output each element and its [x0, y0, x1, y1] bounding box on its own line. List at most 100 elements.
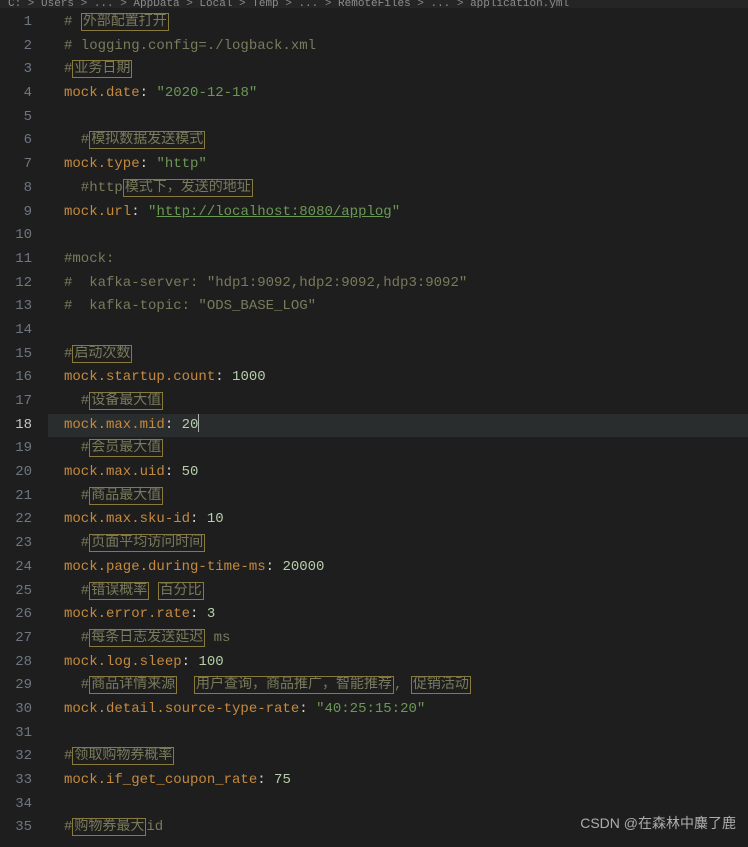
- text-cursor: [198, 414, 199, 432]
- code-line[interactable]: #模拟数据发送模式: [48, 129, 748, 153]
- code-line[interactable]: #错误概率 百分比: [48, 580, 748, 604]
- code-line[interactable]: [48, 106, 748, 130]
- code-line[interactable]: #mock:: [48, 248, 748, 272]
- code-token: 1000: [232, 369, 266, 385]
- code-line[interactable]: mock.max.uid: 50: [48, 461, 748, 485]
- code-token: :: [257, 772, 274, 788]
- code-token: :: [299, 701, 316, 717]
- code-token: mock.date: [64, 85, 140, 101]
- code-token: :: [190, 606, 207, 622]
- code-token: #: [64, 440, 89, 456]
- code-line[interactable]: #设备最大值: [48, 390, 748, 414]
- code-token: mock.url: [64, 204, 131, 220]
- code-line[interactable]: mock.if_get_coupon_rate: 75: [48, 769, 748, 793]
- code-token: mock.if_get_coupon_rate: [64, 772, 257, 788]
- breadcrumb[interactable]: C: > Users > ... > AppData > Local > Tem…: [0, 0, 748, 8]
- code-token: #: [64, 393, 89, 409]
- code-token: :: [266, 559, 283, 575]
- code-line[interactable]: mock.max.sku-id: 10: [48, 508, 748, 532]
- code-line[interactable]: #购物券最大id: [48, 816, 748, 840]
- code-line[interactable]: # logging.config=./logback.xml: [48, 35, 748, 59]
- code-line[interactable]: #商品最大值: [48, 485, 748, 509]
- code-token: ": [392, 204, 400, 220]
- line-number: 18: [0, 414, 48, 438]
- code-line[interactable]: [48, 319, 748, 343]
- code-token: #: [64, 630, 89, 646]
- line-number: 25: [0, 580, 48, 604]
- code-token: 模拟数据发送模式: [89, 131, 205, 149]
- code-token: 购物券最大: [72, 818, 146, 836]
- code-line[interactable]: mock.page.during-time-ms: 20000: [48, 556, 748, 580]
- line-number: 1: [0, 11, 48, 35]
- code-line[interactable]: mock.url: "http://localhost:8080/applog": [48, 201, 748, 225]
- code-token: 模式下，发送的地址: [123, 179, 253, 197]
- line-number: 10: [0, 224, 48, 248]
- code-token: :: [140, 156, 157, 172]
- line-number: 34: [0, 793, 48, 817]
- code-line[interactable]: [48, 793, 748, 817]
- code-token: ms: [205, 630, 230, 646]
- code-line[interactable]: [48, 722, 748, 746]
- code-token: :: [131, 204, 148, 220]
- line-number: 2: [0, 35, 48, 59]
- code-token: "2020-12-18": [156, 85, 257, 101]
- code-line[interactable]: mock.date: "2020-12-18": [48, 82, 748, 106]
- line-number: 15: [0, 343, 48, 367]
- code-token: 领取购物券概率: [72, 747, 174, 765]
- code-line[interactable]: #业务日期: [48, 58, 748, 82]
- code-line[interactable]: mock.detail.source-type-rate: "40:25:15:…: [48, 698, 748, 722]
- code-area[interactable]: # 外部配置打开# logging.config=./logback.xml#业…: [48, 8, 748, 847]
- code-token: 用户查询，商品推广，智能推荐: [194, 676, 394, 694]
- code-token: 20000: [282, 559, 324, 575]
- code-line[interactable]: mock.max.mid: 20: [48, 414, 748, 438]
- line-number: 23: [0, 532, 48, 556]
- line-number: 3: [0, 58, 48, 82]
- line-number: 12: [0, 272, 48, 296]
- line-number: 35: [0, 816, 48, 840]
- code-line[interactable]: #页面平均访问时间: [48, 532, 748, 556]
- code-line[interactable]: mock.error.rate: 3: [48, 603, 748, 627]
- code-line[interactable]: # kafka-topic: "ODS_BASE_LOG": [48, 295, 748, 319]
- line-number: 16: [0, 366, 48, 390]
- code-line[interactable]: #会员最大值: [48, 437, 748, 461]
- code-line[interactable]: mock.type: "http": [48, 153, 748, 177]
- line-number: 26: [0, 603, 48, 627]
- code-line[interactable]: #领取购物券概率: [48, 745, 748, 769]
- code-token: #: [64, 14, 81, 30]
- line-number: 30: [0, 698, 48, 722]
- code-token: mock.max.mid: [64, 417, 165, 433]
- code-token: http://localhost:8080/applog: [156, 204, 391, 220]
- code-token: mock.max.uid: [64, 464, 165, 480]
- code-editor[interactable]: 1234567891011121314151617181920212223242…: [0, 8, 748, 847]
- code-token: #: [64, 132, 89, 148]
- code-line[interactable]: # 外部配置打开: [48, 11, 748, 35]
- code-line[interactable]: mock.log.sleep: 100: [48, 651, 748, 675]
- code-line[interactable]: #http模式下，发送的地址: [48, 177, 748, 201]
- line-number: 7: [0, 153, 48, 177]
- code-token: 设备最大值: [89, 392, 163, 410]
- code-line[interactable]: #启动次数: [48, 343, 748, 367]
- line-number: 32: [0, 745, 48, 769]
- code-line[interactable]: #商品详情来源 用户查询，商品推广，智能推荐, 促销活动: [48, 674, 748, 698]
- code-token: id: [146, 819, 163, 835]
- code-line[interactable]: # kafka-server: "hdp1:9092,hdp2:9092,hdp…: [48, 272, 748, 296]
- code-line[interactable]: [48, 224, 748, 248]
- code-token: #: [64, 677, 89, 693]
- code-line[interactable]: mock.startup.count: 1000: [48, 366, 748, 390]
- code-token: #: [64, 535, 89, 551]
- line-number: 33: [0, 769, 48, 793]
- code-token: 启动次数: [72, 345, 132, 363]
- code-token: 3: [207, 606, 215, 622]
- code-token: 10: [207, 511, 224, 527]
- line-number: 9: [0, 201, 48, 225]
- code-token: 75: [274, 772, 291, 788]
- code-token: # kafka-topic: "ODS_BASE_LOG": [64, 298, 316, 314]
- code-line[interactable]: #每条日志发送延迟 ms: [48, 627, 748, 651]
- line-number: 17: [0, 390, 48, 414]
- line-number: 31: [0, 722, 48, 746]
- code-token: :: [165, 464, 182, 480]
- line-number: 8: [0, 177, 48, 201]
- line-number: 22: [0, 508, 48, 532]
- code-token: 商品最大值: [89, 487, 163, 505]
- code-token: # kafka-server: "hdp1:9092,hdp2:9092,hdp…: [64, 275, 467, 291]
